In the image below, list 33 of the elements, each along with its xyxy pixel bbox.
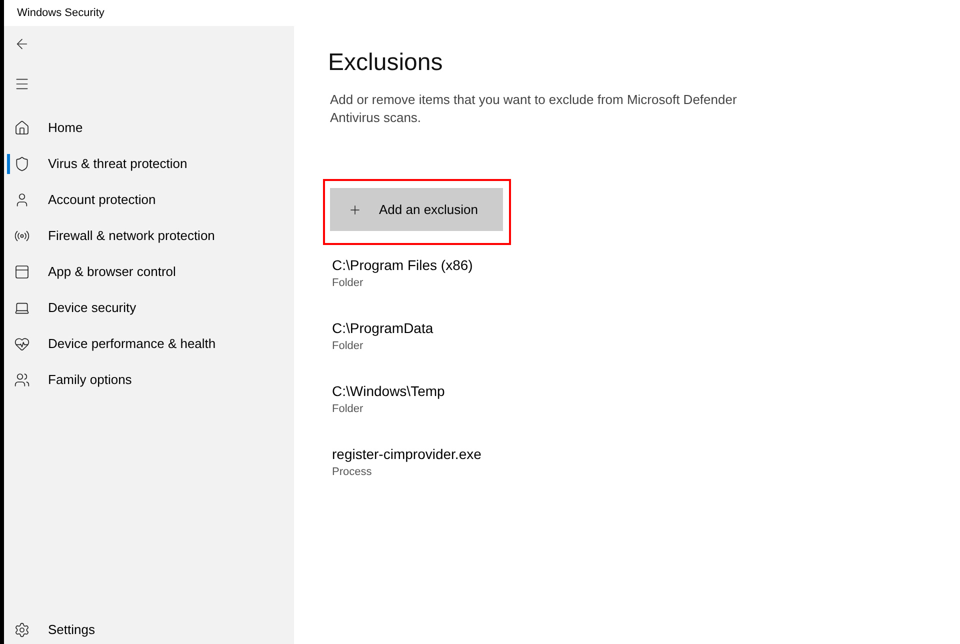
nav-item[interactable]: Virus & threat protection [4, 146, 294, 182]
nav-item[interactable]: Firewall & network protection [4, 218, 294, 254]
exclusion-path: C:\Program Files (x86) [332, 256, 474, 274]
exclusion-path: register-cimprovider.exe [332, 445, 482, 463]
plus-icon [348, 202, 362, 216]
nav-item[interactable]: Home [4, 110, 294, 146]
shield-icon [14, 156, 30, 172]
antenna-icon [14, 228, 30, 244]
laptop-icon [14, 300, 30, 316]
page-title: Exclusions [328, 48, 444, 78]
house-icon [14, 120, 30, 136]
exclusion-path: C:\ProgramData [332, 319, 434, 337]
nav-item[interactable]: Settings [4, 616, 294, 644]
add-exclusion-button[interactable]: Add an exclusion [330, 188, 503, 231]
nav-item[interactable]: App & browser control [4, 254, 294, 290]
nav-item[interactable]: Device security [4, 290, 294, 326]
exclusion-type: Folder [332, 276, 364, 291]
nav-item[interactable]: Account protection [4, 182, 294, 218]
exclusion-type: Process [332, 465, 373, 480]
back-icon [14, 36, 30, 52]
exclusion-type: Folder [332, 339, 364, 354]
window-icon [14, 264, 30, 280]
person-icon [14, 192, 30, 208]
people-icon [14, 372, 30, 388]
exclusion-path: C:\Windows\Temp [332, 382, 446, 400]
page-description: Add or remove items that you want to exclude from Microsoft Defender Antivirus scans. [330, 91, 738, 127]
nav-item[interactable]: Family options [4, 362, 294, 398]
exclusion-type: Folder [332, 402, 364, 417]
settings-icon [14, 622, 30, 638]
menu-icon [14, 76, 30, 92]
window-title: Windows Security [17, 6, 104, 21]
nav-item[interactable]: Device performance & health [4, 326, 294, 362]
heart-pulse-icon [14, 336, 30, 352]
